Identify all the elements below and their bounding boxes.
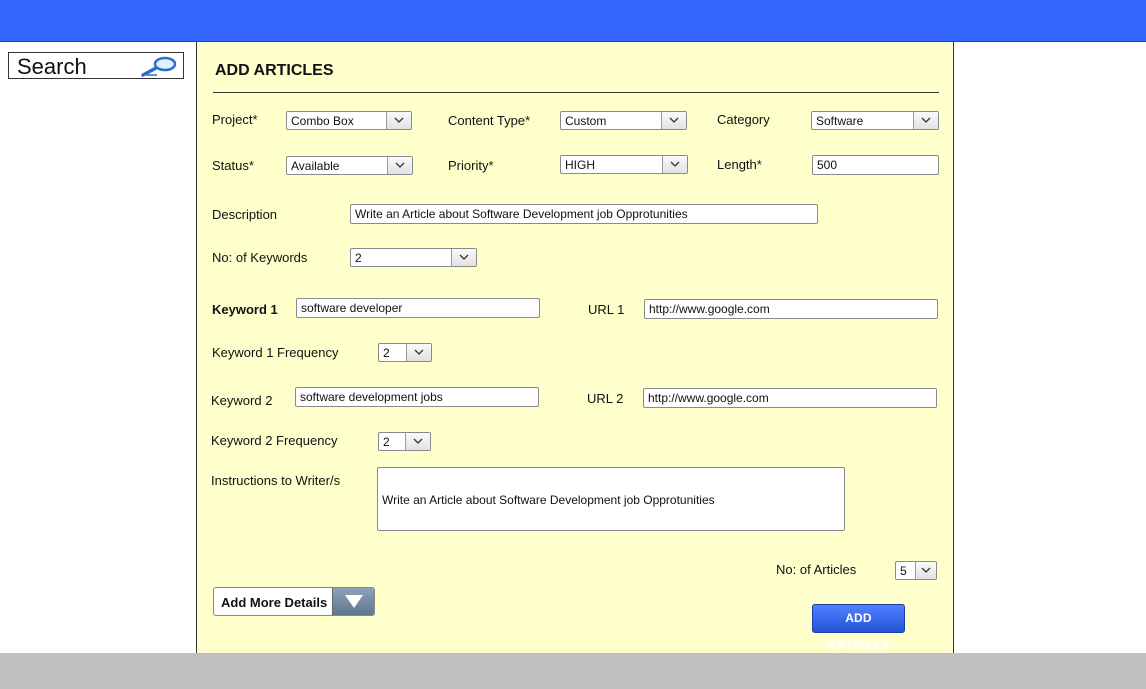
keyword-1-input[interactable]: software developer [296, 298, 540, 318]
chevron-down-icon[interactable] [406, 344, 431, 361]
chevron-down-icon[interactable] [386, 112, 411, 129]
priority-select[interactable]: HIGH [560, 155, 688, 174]
triangle-down-icon[interactable] [332, 588, 374, 615]
chevron-down-icon[interactable] [451, 249, 476, 266]
bottom-footer-bar [0, 653, 1146, 689]
chevron-down-icon[interactable] [661, 112, 686, 129]
status-select[interactable]: Available [286, 156, 413, 175]
keyword-2-input[interactable]: software development jobs [295, 387, 539, 407]
content-type-label: Content Type* [448, 113, 531, 128]
add-more-details-button[interactable]: Add More Details [213, 587, 375, 616]
keyword-1-frequency-label: Keyword 1 Frequency [212, 345, 339, 360]
description-label: Description [212, 207, 278, 222]
url-2-input[interactable]: http://www.google.com [643, 388, 937, 408]
category-select[interactable]: Software [811, 111, 939, 130]
url-1-label: URL 1 [588, 302, 625, 317]
length-input[interactable]: 500 [812, 155, 939, 175]
chevron-down-icon[interactable] [662, 156, 687, 173]
chevron-down-icon[interactable] [913, 112, 938, 129]
priority-label: Priority* [448, 158, 494, 173]
keyword-1-frequency-select[interactable]: 2 [378, 343, 432, 362]
project-select[interactable]: Combo Box [286, 111, 412, 130]
num-keywords-label: No: of Keywords [212, 250, 308, 265]
status-label: Status* [212, 158, 254, 173]
instructions-label: Instructions to Writer/s [211, 473, 341, 488]
keyword-2-label: Keyword 2 [211, 393, 273, 408]
title-divider [213, 92, 939, 93]
add-articles-panel: ADD ARTICLES Project* Combo Box Content … [196, 42, 954, 653]
instructions-textarea[interactable]: Write an Article about Software Developm… [377, 467, 845, 531]
keyword-1-label: Keyword 1 [212, 302, 278, 317]
project-label: Project* [212, 112, 258, 127]
search-icon[interactable] [137, 55, 181, 82]
top-header-bar [0, 0, 1146, 42]
url-2-label: URL 2 [587, 391, 624, 406]
search-label: Search [17, 54, 87, 79]
num-articles-label: No: of Articles [776, 562, 857, 577]
num-articles-select[interactable]: 5 [895, 561, 937, 580]
url-1-input[interactable]: http://www.google.com [644, 299, 938, 319]
num-keywords-select[interactable]: 2 [350, 248, 477, 267]
chevron-down-icon[interactable] [405, 433, 430, 450]
page-title: ADD ARTICLES [215, 62, 334, 79]
add-articles-button[interactable]: ADD ARTICLES [812, 604, 905, 652]
length-label: Length* [717, 157, 762, 172]
chevron-down-icon[interactable] [387, 157, 412, 174]
chevron-down-icon[interactable] [915, 562, 936, 579]
keyword-2-frequency-select[interactable]: 2 [378, 432, 431, 451]
category-label: Category [717, 112, 770, 127]
content-type-select[interactable]: Custom [560, 111, 687, 130]
keyword-2-frequency-label: Keyword 2 Frequency [211, 433, 338, 448]
search-box[interactable]: Search [8, 52, 184, 79]
description-input[interactable]: Write an Article about Software Developm… [350, 204, 818, 224]
